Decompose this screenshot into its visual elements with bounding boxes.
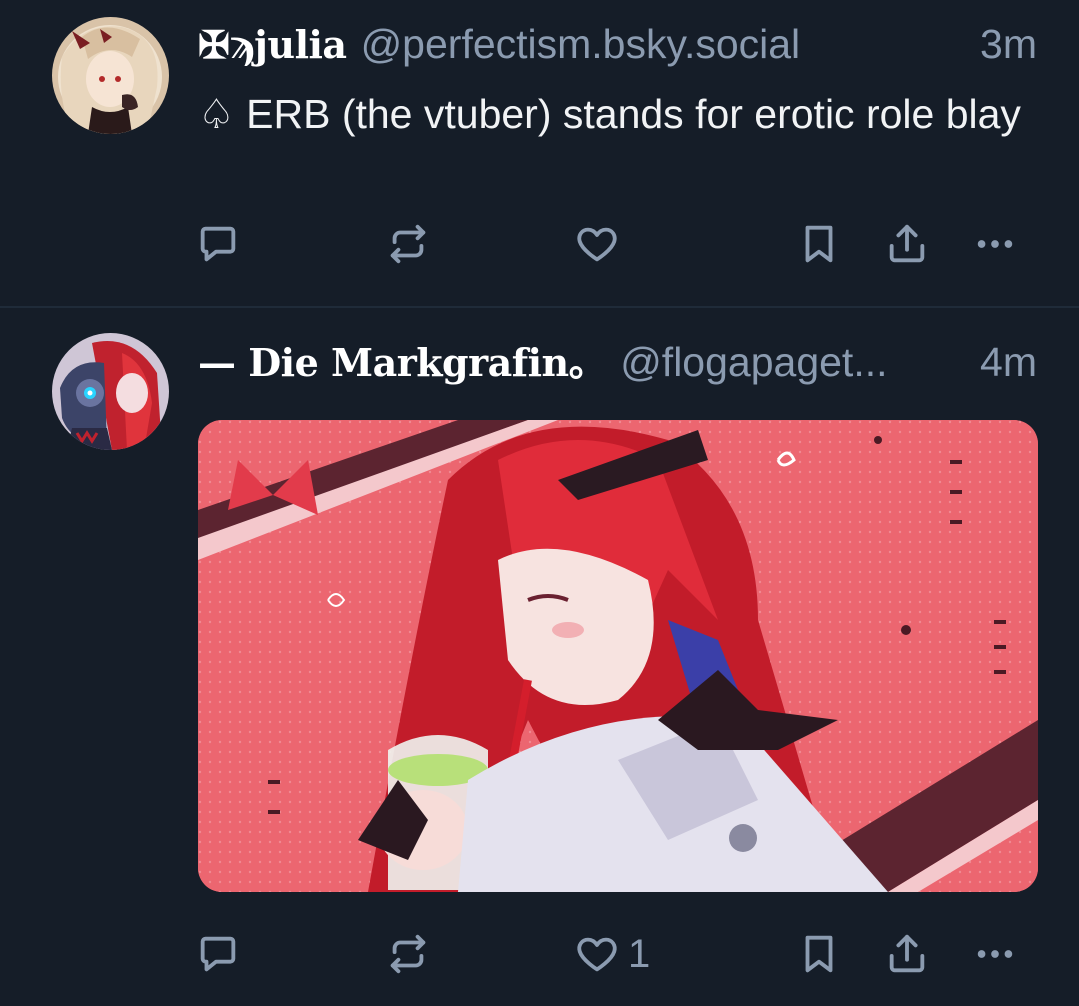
- post-text: ♤ ERB (the vtuber) stands for erotic rol…: [198, 91, 1021, 137]
- avatar-image: [52, 17, 169, 134]
- post-actions: 1: [0, 924, 1079, 984]
- handle[interactable]: @perfectism.bsky.social: [361, 18, 964, 70]
- bookmark-button[interactable]: [796, 214, 842, 274]
- reply-button[interactable]: [195, 924, 249, 984]
- share-button[interactable]: [884, 214, 930, 274]
- like-icon: [577, 227, 617, 262]
- share-icon: [889, 934, 925, 973]
- reply-icon: [200, 226, 236, 262]
- more-options-button[interactable]: [972, 924, 1018, 984]
- reply-icon: [200, 936, 236, 972]
- feed: ✠ϡjulia @perfectism.bsky.social 3m ♤ ERB…: [0, 0, 1079, 1006]
- display-name[interactable]: ✠ϡjulia: [198, 19, 347, 71]
- display-name[interactable]: — Die Markgrafin。: [198, 337, 607, 389]
- post-image[interactable]: [198, 420, 1038, 892]
- avatar[interactable]: [52, 17, 169, 134]
- like-button[interactable]: 1: [574, 924, 650, 984]
- avatar-image: [52, 333, 169, 450]
- share-button[interactable]: [884, 924, 930, 984]
- timestamp[interactable]: 4m: [980, 336, 1037, 388]
- share-icon: [889, 224, 925, 263]
- repost-icon: [390, 934, 426, 974]
- post-actions: [0, 214, 1079, 274]
- reply-button[interactable]: [195, 214, 249, 274]
- bookmark-button[interactable]: [796, 924, 842, 984]
- like-icon: [577, 937, 617, 972]
- repost-button[interactable]: [385, 214, 439, 274]
- like-button[interactable]: [574, 214, 628, 274]
- handle[interactable]: @flogapaget...: [620, 336, 964, 388]
- post-header: ✠ϡjulia @perfectism.bsky.social 3m: [198, 18, 1037, 71]
- post-header: — Die Markgrafin。 @flogapaget... 4m: [198, 336, 1037, 389]
- feed-post[interactable]: ✠ϡjulia @perfectism.bsky.social 3m ♤ ERB…: [0, 0, 1079, 307]
- repost-icon: [390, 224, 426, 264]
- more-icon: [977, 240, 1013, 248]
- feed-post[interactable]: — Die Markgrafin。 @flogapaget... 4m 1: [0, 308, 1079, 1006]
- more-options-button[interactable]: [972, 214, 1018, 274]
- like-count: 1: [628, 931, 651, 976]
- bookmark-icon: [805, 225, 833, 263]
- repost-button[interactable]: [385, 924, 439, 984]
- timestamp[interactable]: 3m: [980, 18, 1037, 70]
- anime-artwork-image: [198, 420, 1038, 892]
- more-icon: [977, 950, 1013, 958]
- avatar[interactable]: [52, 333, 169, 450]
- bookmark-icon: [805, 935, 833, 973]
